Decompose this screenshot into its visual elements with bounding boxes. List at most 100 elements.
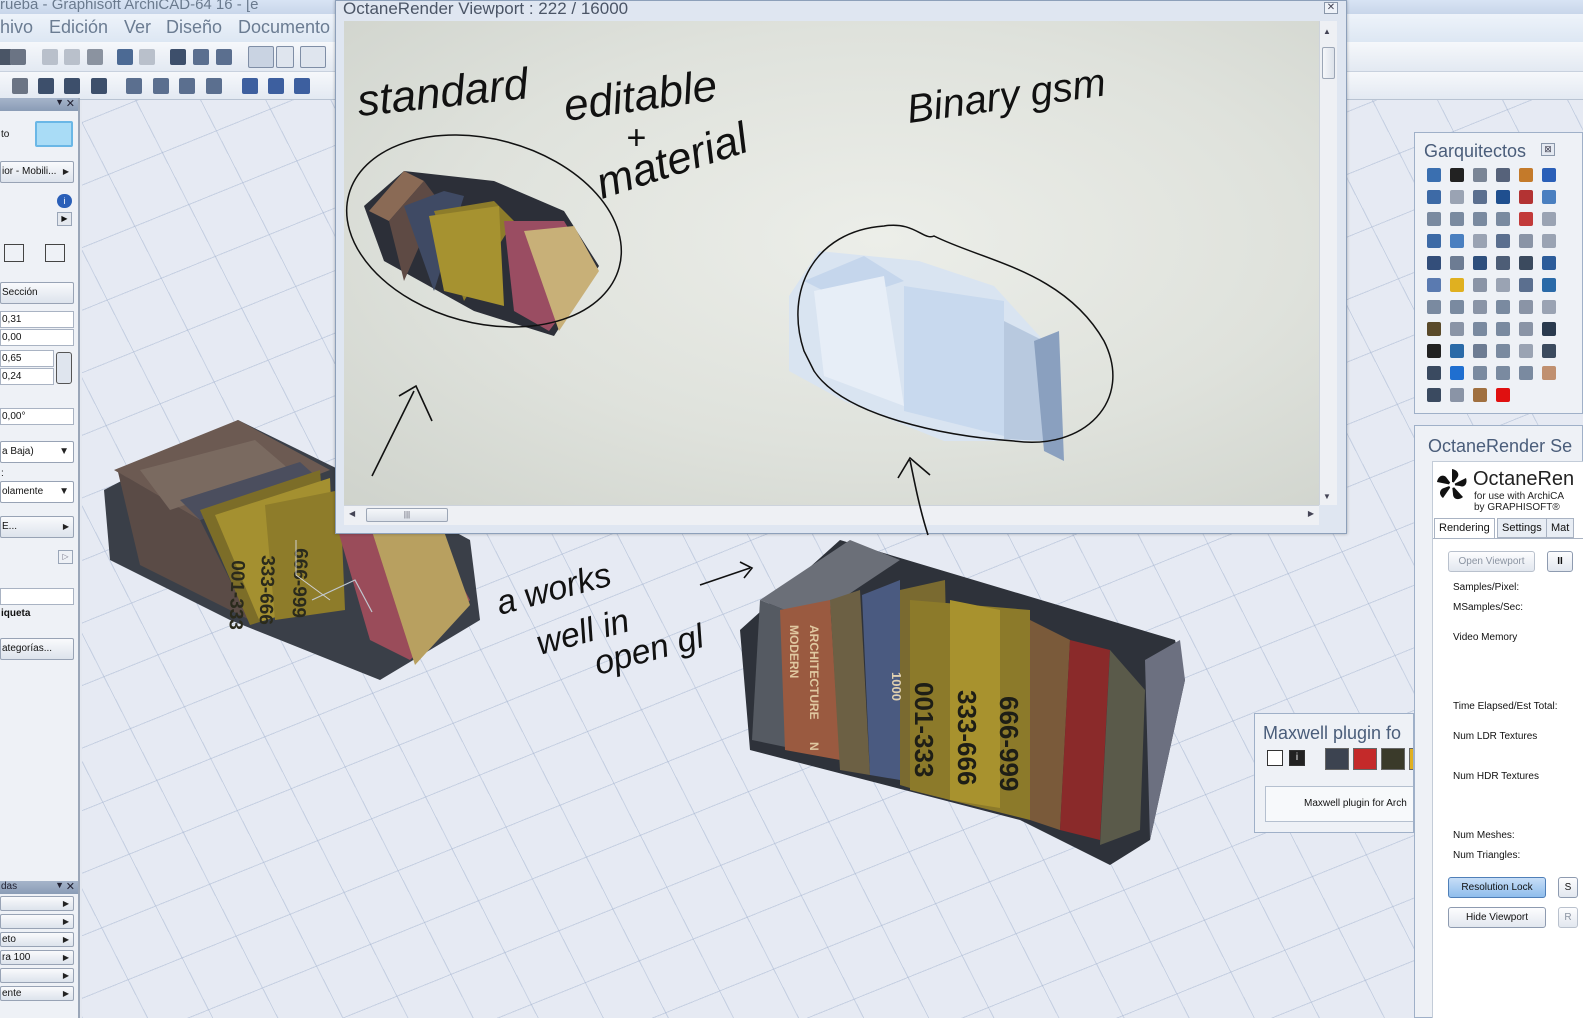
tool-icon[interactable]: [1519, 234, 1533, 248]
tool-icon[interactable]: [1473, 300, 1487, 314]
rotate-anchor-icon[interactable]: [45, 244, 65, 262]
palette-row[interactable]: ente ▶: [0, 986, 74, 1001]
fe-button[interactable]: E... ▶: [0, 516, 74, 538]
redo-icon[interactable]: [139, 49, 155, 65]
stair-icon[interactable]: [206, 78, 222, 94]
tool-icon[interactable]: [1473, 190, 1487, 204]
chevron-down-icon[interactable]: ▼: [55, 880, 64, 890]
library-path-button[interactable]: ior - Mobili... ▶: [0, 161, 74, 183]
tool-icon[interactable]: [1496, 212, 1510, 226]
value-field[interactable]: 0,24: [0, 368, 54, 385]
render-icon[interactable]: [1325, 748, 1349, 770]
tool-icon[interactable]: [1542, 168, 1556, 182]
magic-wand-icon[interactable]: [248, 46, 274, 68]
tool-icon[interactable]: [1519, 322, 1533, 336]
wall-icon[interactable]: [38, 78, 54, 94]
beam-icon[interactable]: [126, 78, 142, 94]
tool-icon[interactable]: [1473, 234, 1487, 248]
close-icon[interactable]: ✕: [1324, 2, 1338, 14]
tool-icon[interactable]: [1450, 234, 1464, 248]
undo-icon[interactable]: [117, 49, 133, 65]
s-button[interactable]: S: [1558, 877, 1578, 898]
arrow-right-icon[interactable]: ▶: [1308, 509, 1314, 518]
tool-icon[interactable]: [1496, 256, 1510, 270]
tool-icon[interactable]: [1450, 344, 1464, 358]
tool-icon[interactable]: [1450, 322, 1464, 336]
chevron-down-icon[interactable]: ▼: [55, 97, 64, 107]
tool-icon[interactable]: [1450, 190, 1464, 204]
tool-icon[interactable]: [1427, 366, 1441, 380]
tab-rendering[interactable]: Rendering: [1434, 518, 1495, 539]
close-icon[interactable]: ✕: [66, 880, 75, 893]
palette-row[interactable]: ▶: [0, 914, 74, 929]
mesh-icon[interactable]: [294, 78, 310, 94]
tool-icon[interactable]: [1496, 344, 1510, 358]
horizontal-scrollbar[interactable]: ◀ ||| ▶: [344, 505, 1319, 525]
extra-icon[interactable]: [1409, 748, 1413, 770]
info-icon[interactable]: i: [1289, 750, 1305, 766]
tool-icon[interactable]: [1542, 212, 1556, 226]
hide-viewport-button[interactable]: Hide Viewport: [1448, 907, 1546, 928]
palette-row[interactable]: ra 100 ▶: [0, 950, 74, 965]
tool-icon[interactable]: [1542, 190, 1556, 204]
light-icon[interactable]: [1381, 748, 1405, 770]
cut-icon[interactable]: [42, 49, 58, 65]
tool-icon[interactable]: [1473, 212, 1487, 226]
book-stack-right[interactable]: MODERN ARCHITECTURE N 1000 001-333 333-6…: [740, 540, 1185, 865]
tool-icon[interactable]: [1519, 278, 1533, 292]
palette-row[interactable]: ▶: [0, 896, 74, 911]
pause-button[interactable]: II: [1547, 551, 1573, 572]
print-icon[interactable]: [10, 49, 26, 65]
arrow-up-icon[interactable]: ▲: [1323, 27, 1331, 36]
display-select[interactable]: olamente ▼: [0, 481, 74, 503]
tool-icon[interactable]: [1427, 234, 1441, 248]
tool-icon[interactable]: [1473, 168, 1487, 182]
tool-icon[interactable]: [1427, 190, 1441, 204]
resolution-lock-button[interactable]: Resolution Lock: [1448, 877, 1546, 898]
menu-diseno[interactable]: Diseño: [166, 17, 222, 38]
tool-icon[interactable]: [1496, 234, 1510, 248]
tool-icon[interactable]: [1496, 190, 1510, 204]
tool-icon[interactable]: [1473, 256, 1487, 270]
tool-icon[interactable]: [1427, 344, 1441, 358]
tool-icon[interactable]: [1427, 278, 1441, 292]
tool-icon[interactable]: [1542, 256, 1556, 270]
tool-icon[interactable]: [1427, 300, 1441, 314]
palette-row[interactable]: ▶: [0, 968, 74, 983]
tab-settings[interactable]: Settings: [1497, 518, 1547, 538]
material-icon[interactable]: [1353, 748, 1377, 770]
menu-ver[interactable]: Ver: [124, 17, 151, 38]
arrow-down-icon[interactable]: ▼: [1323, 492, 1331, 501]
open-viewport-button[interactable]: Open Viewport: [1448, 551, 1535, 572]
close-icon[interactable]: ⊠: [1541, 143, 1555, 156]
tool-icon[interactable]: [1542, 322, 1556, 336]
menu-documento[interactable]: Documento: [238, 17, 330, 38]
chain-lock-icon[interactable]: [56, 352, 72, 384]
angle-field[interactable]: 0,00°: [0, 408, 74, 425]
tool-icon[interactable]: [1519, 256, 1533, 270]
menu-edicion[interactable]: Edición: [49, 17, 108, 38]
tool-icon[interactable]: [1427, 212, 1441, 226]
value-field[interactable]: 0,31: [0, 311, 74, 328]
column-icon[interactable]: [12, 78, 28, 94]
roof-icon[interactable]: [242, 78, 258, 94]
zoom-icon[interactable]: [170, 49, 186, 65]
tool-icon[interactable]: [1473, 322, 1487, 336]
tool-icon[interactable]: [1450, 278, 1464, 292]
tool-icon[interactable]: [1519, 212, 1533, 226]
eyedropper-icon[interactable]: [193, 49, 209, 65]
arrow-left-icon[interactable]: ◀: [349, 509, 355, 518]
tool-icon[interactable]: [1519, 366, 1533, 380]
tool-icon[interactable]: [1542, 300, 1556, 314]
categories-button[interactable]: ategorías...: [0, 638, 74, 660]
tool-icon[interactable]: [1450, 388, 1464, 402]
tool-icon[interactable]: [1450, 168, 1464, 182]
story-select[interactable]: a Baja) ▼: [0, 441, 74, 463]
tool-icon[interactable]: [1496, 278, 1510, 292]
tool-icon[interactable]: [1519, 344, 1533, 358]
gear-icon[interactable]: [1267, 750, 1283, 766]
curtain-wall-icon[interactable]: [64, 78, 80, 94]
arrow-right-icon[interactable]: ▷: [58, 550, 73, 564]
tool-icon[interactable]: [1542, 234, 1556, 248]
slab-icon[interactable]: [179, 78, 195, 94]
